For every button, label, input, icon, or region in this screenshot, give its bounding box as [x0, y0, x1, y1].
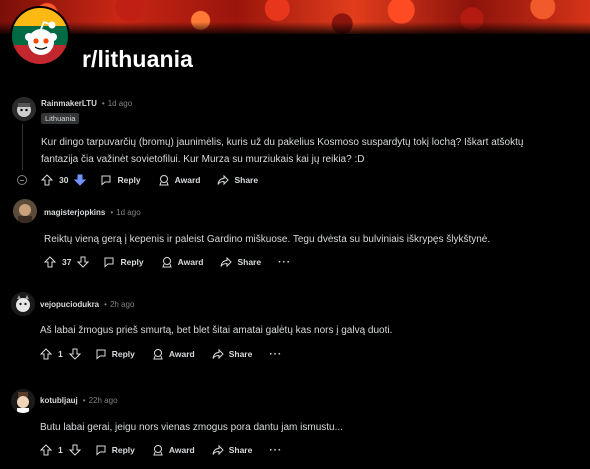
vote-controls: 37 — [44, 256, 90, 268]
comment-body: Butu labai gerai, jeigu nors vienas zmog… — [40, 419, 580, 436]
share-button[interactable]: Share — [220, 256, 261, 268]
downvote-icon[interactable] — [77, 256, 90, 268]
reply-label: Reply — [111, 445, 135, 455]
comment-actions: 30 Reply Award Share — [41, 174, 275, 186]
upvote-icon[interactable] — [44, 256, 56, 268]
comment-body: Kur dingo tarpuvarčių (bromų) jaunimėlis… — [41, 134, 586, 168]
vote-controls: 1 — [40, 444, 81, 456]
reply-button[interactable]: Reply — [95, 348, 135, 360]
vote-controls: 30 — [41, 174, 87, 186]
award-label: Award — [168, 349, 195, 359]
author-line: kotubljauj • 22h ago — [40, 396, 118, 405]
upvote-icon[interactable] — [41, 174, 53, 186]
award-label: Award — [177, 257, 204, 267]
reply-label: Reply — [111, 349, 135, 359]
award-label: Award — [174, 175, 201, 185]
more-icon[interactable]: ··· — [269, 445, 282, 456]
timestamp[interactable]: 1d ago — [116, 208, 140, 217]
timestamp[interactable]: 22h ago — [89, 396, 118, 405]
author-name[interactable]: vejopuciodukra — [40, 300, 99, 309]
award-icon — [153, 445, 163, 456]
reply-button[interactable]: Reply — [103, 256, 144, 268]
award-icon — [158, 175, 169, 186]
more-icon[interactable]: ··· — [278, 257, 291, 268]
avatar[interactable] — [11, 389, 35, 413]
comment-body: Reiktų vieną gerą į kepenis ir paleist G… — [44, 231, 584, 248]
share-icon — [212, 444, 224, 456]
award-icon — [161, 257, 172, 268]
downvote-icon[interactable] — [74, 174, 87, 186]
avatar[interactable] — [13, 199, 37, 223]
vote-count: 37 — [62, 257, 72, 267]
downvote-icon[interactable] — [68, 348, 81, 360]
share-button[interactable]: Share — [217, 174, 258, 186]
subreddit-icon[interactable] — [10, 6, 70, 66]
vote-count: 30 — [59, 175, 69, 185]
avatar-image — [11, 389, 35, 413]
reply-icon — [96, 445, 106, 456]
downvote-icon[interactable] — [68, 444, 81, 456]
award-button[interactable]: Award — [158, 174, 201, 186]
share-button[interactable]: Share — [212, 444, 253, 456]
reply-button[interactable]: Reply — [95, 444, 135, 456]
avatar[interactable] — [12, 97, 36, 121]
share-icon — [220, 256, 233, 268]
avatar-image — [13, 199, 37, 223]
reply-icon — [96, 349, 106, 360]
comment-text-line: Aš labai žmogus prieš smurtą, bet blet š… — [40, 325, 393, 336]
comment-actions: 1 Reply Award Share ··· — [40, 444, 282, 456]
reply-icon — [104, 257, 114, 268]
avatar[interactable] — [11, 292, 35, 316]
separator-dot: • — [104, 300, 107, 309]
upvote-icon[interactable] — [40, 444, 52, 456]
share-label: Share — [234, 175, 259, 185]
award-button[interactable]: Award — [152, 348, 195, 360]
vote-controls: 1 — [40, 348, 81, 360]
more-icon[interactable]: ··· — [269, 349, 282, 360]
share-label: Share — [228, 445, 253, 455]
award-button[interactable]: Award — [161, 256, 204, 268]
comment-actions: 1 Reply Award Share ··· — [40, 348, 282, 360]
reply-icon — [101, 175, 111, 186]
user-flair: Lithuania — [41, 113, 80, 124]
subreddit-title[interactable]: r/lithuania — [82, 46, 193, 73]
author-line: RainmakerLTU • 1d ago — [41, 99, 132, 108]
reply-label: Reply — [120, 257, 144, 267]
author-name[interactable]: kotubljauj — [40, 396, 78, 405]
avatar-image — [11, 292, 35, 316]
upvote-icon[interactable] — [40, 348, 52, 360]
award-label: Award — [168, 445, 195, 455]
banner-fade — [0, 22, 590, 36]
thread-line[interactable] — [22, 124, 23, 170]
share-label: Share — [237, 257, 262, 267]
share-icon — [217, 174, 230, 186]
timestamp[interactable]: 1d ago — [108, 99, 132, 108]
reply-button[interactable]: Reply — [100, 174, 141, 186]
author-name[interactable]: RainmakerLTU — [41, 99, 97, 108]
award-icon — [153, 349, 163, 360]
comment-text-line: Butu labai gerai, jeigu nors vienas zmog… — [40, 422, 343, 433]
vote-count: 1 — [58, 445, 63, 455]
timestamp[interactable]: 2h ago — [110, 300, 134, 309]
collapse-icon[interactable] — [17, 175, 27, 185]
comment-body: Aš labai žmogus prieš smurtą, bet blet š… — [40, 322, 580, 339]
vote-count: 1 — [58, 349, 63, 359]
snoo-icon — [25, 20, 57, 55]
author-line: vejopuciodukra • 2h ago — [40, 300, 134, 309]
separator-dot: • — [110, 208, 114, 217]
comment-text-line: Kur dingo tarpuvarčių (bromų) jaunimėlis… — [41, 137, 524, 148]
author-name[interactable]: magisterjopkins — [44, 208, 105, 217]
award-button[interactable]: Award — [152, 444, 195, 456]
separator-dot: • — [101, 99, 105, 108]
comment-actions: 37 Reply Award Share ··· — [44, 256, 291, 268]
reply-label: Reply — [117, 175, 141, 185]
avatar-image — [12, 97, 36, 121]
share-icon — [212, 348, 224, 360]
comment-text-line: Reiktų vieną gerą į kepenis ir paleist G… — [44, 234, 491, 245]
comment-text-line: fantazija čia važinėt sovietofilui. Kur … — [41, 154, 365, 165]
separator-dot: • — [82, 396, 86, 405]
author-line: magisterjopkins • 1d ago — [44, 208, 141, 217]
share-label: Share — [228, 349, 253, 359]
share-button[interactable]: Share — [212, 348, 253, 360]
